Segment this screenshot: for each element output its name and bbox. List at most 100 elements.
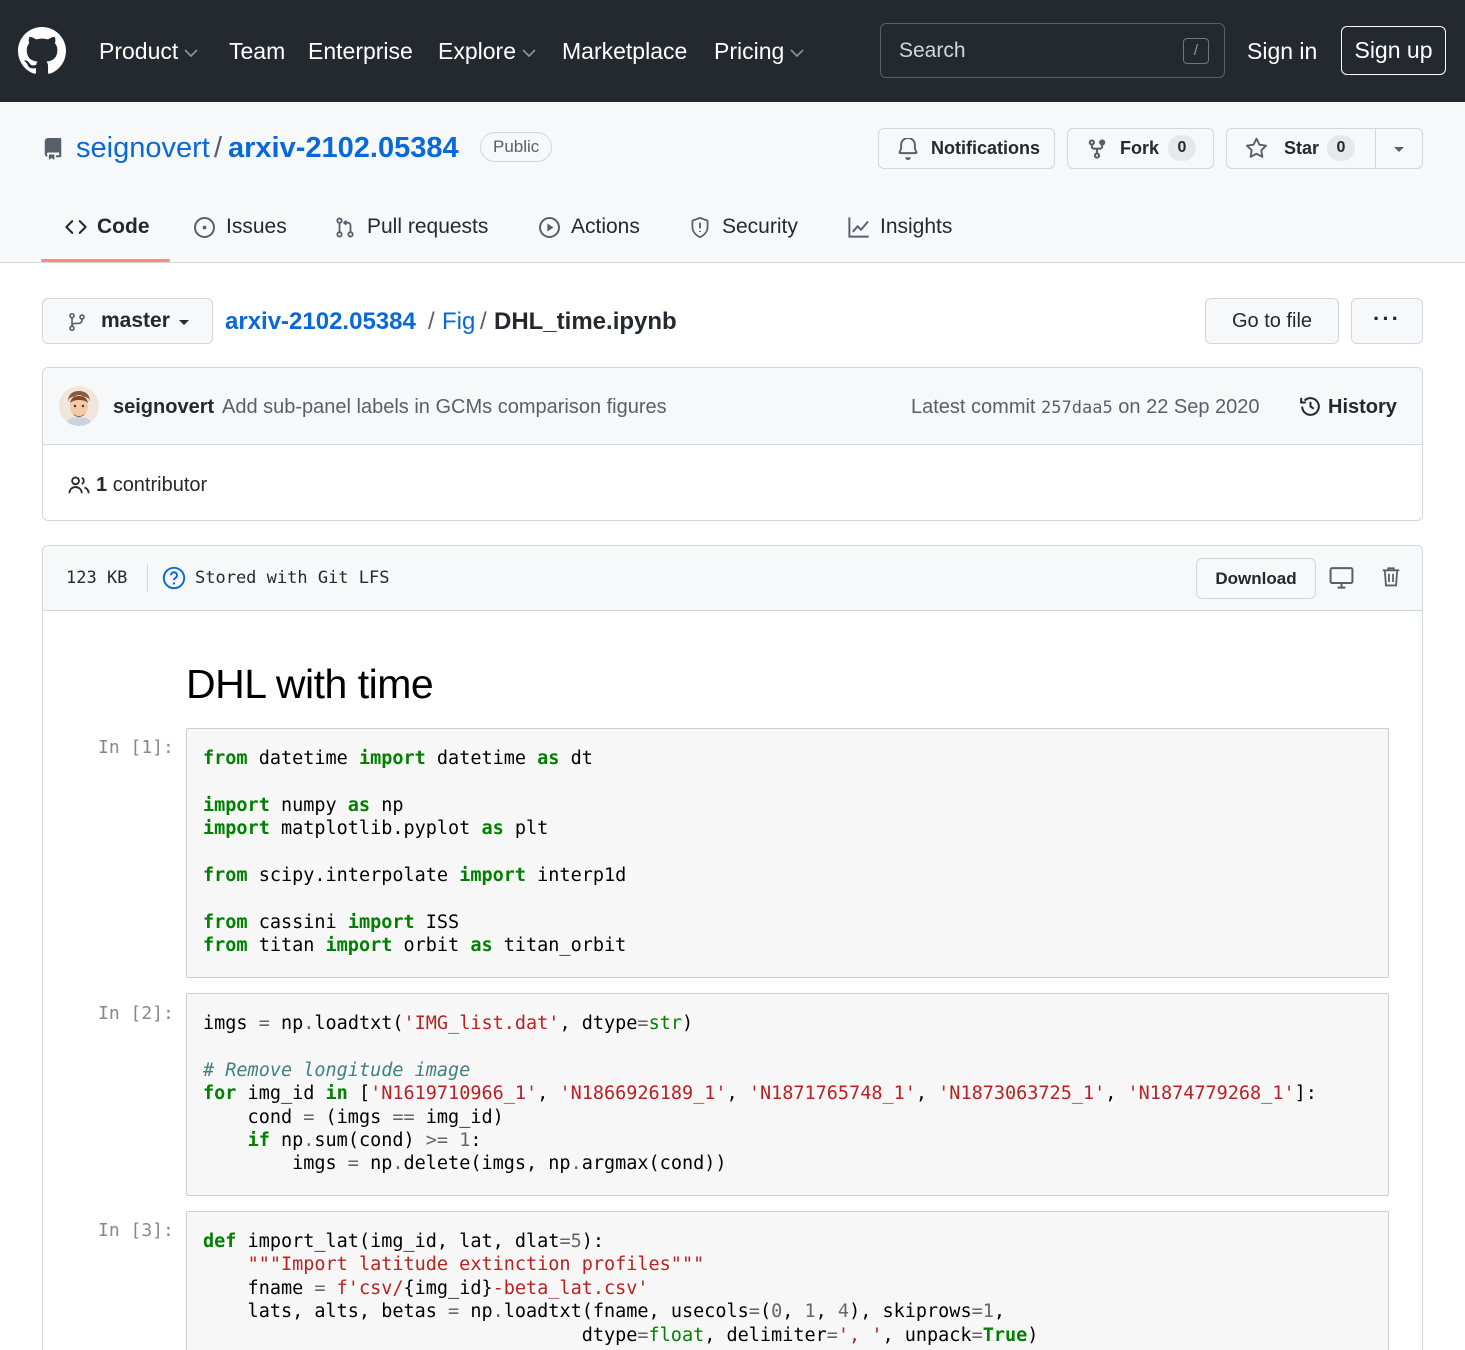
shield-icon <box>691 216 709 239</box>
nav-marketplace[interactable]: Marketplace <box>562 36 687 66</box>
repository-header: seignovert / arxiv-2102.05384 Public Not… <box>0 102 1465 263</box>
contributors-count: 1 <box>96 474 108 496</box>
lfs-storage-label: Stored with Git LFS <box>195 568 390 588</box>
notifications-label: Notifications <box>931 138 1041 158</box>
nav-product-label: Product <box>99 38 179 64</box>
nav-marketplace-label: Marketplace <box>562 38 688 64</box>
contributors-label: contributor <box>112 474 208 496</box>
file-viewer: 123 KB Stored with Git LFS Download DHL … <box>42 545 1423 1350</box>
breadcrumb-separator: / <box>428 308 435 335</box>
commit-message-link[interactable]: Add sub-panel labels in GCMs comparison … <box>222 394 667 420</box>
code-cell-source: def import_lat(img_id, lat, dlat=5): """… <box>203 1231 1039 1346</box>
cell-prompt: In [3]: <box>98 1220 174 1241</box>
nav-team[interactable]: Team <box>229 36 285 66</box>
more-options-button[interactable]: ··· <box>1351 298 1423 344</box>
chevron-down-icon <box>790 49 804 58</box>
tab-insights-label: Insights <box>880 215 953 238</box>
commit-sha-link[interactable]: 257daa5 <box>1041 398 1113 418</box>
code-cell[interactable]: from datetime import datetime as dt impo… <box>186 728 1389 978</box>
divider <box>147 564 148 592</box>
history-icon <box>1300 397 1320 416</box>
star-button[interactable]: Star 0 <box>1226 128 1423 169</box>
latest-commit-box: seignovert Add sub-panel labels in GCMs … <box>42 367 1423 521</box>
repo-owner-link[interactable]: seignovert <box>76 130 210 166</box>
contributors-link[interactable]: 1 contributor <box>67 472 207 498</box>
star-label: Star <box>1284 138 1320 158</box>
star-list-dropdown-caret-icon[interactable] <box>1393 146 1405 153</box>
nav-enterprise[interactable]: Enterprise <box>308 36 413 66</box>
chevron-down-icon <box>184 49 198 58</box>
search-input[interactable]: Search / <box>880 23 1225 78</box>
notifications-button[interactable]: Notifications <box>878 128 1055 169</box>
cell-prompt: In [1]: <box>98 737 174 758</box>
sign-up-button[interactable]: Sign up <box>1341 26 1446 75</box>
latest-commit-info: Latest commit 257daa5 on 22 Sep 2020 <box>911 394 1260 421</box>
fork-button[interactable]: Fork 0 <box>1067 128 1214 169</box>
history-link[interactable]: History <box>1299 394 1397 420</box>
code-cell-source: from datetime import datetime as dt impo… <box>203 748 627 957</box>
nav-explore[interactable]: Explore <box>438 36 536 66</box>
question-icon[interactable] <box>162 566 186 590</box>
tab-pull-requests-label: Pull requests <box>367 215 489 238</box>
top-navigation-bar: Product Team Enterprise Explore Marketpl… <box>0 0 1465 102</box>
code-cell[interactable]: imgs = np.loadtxt('IMG_list.dat', dtype=… <box>186 993 1389 1196</box>
file-size: 123 KB <box>66 568 128 588</box>
active-tab-indicator <box>41 259 170 262</box>
code-icon <box>65 220 87 234</box>
nav-team-label: Team <box>229 38 286 64</box>
trash-icon[interactable] <box>1380 564 1402 589</box>
avatar[interactable] <box>59 386 99 426</box>
code-cell-source: imgs = np.loadtxt('IMG_list.dat', dtype=… <box>203 1013 1317 1175</box>
go-to-file-button[interactable]: Go to file <box>1205 298 1339 344</box>
branch-selector[interactable]: master <box>42 298 213 344</box>
tab-code-label: Code <box>97 215 150 238</box>
bell-icon <box>898 138 918 160</box>
fork-count: 0 <box>1168 135 1196 161</box>
commit-summary-bar: seignovert Add sub-panel labels in GCMs … <box>43 368 1422 445</box>
graph-icon <box>848 217 869 238</box>
caret-down-icon <box>179 320 189 325</box>
search-shortcut-key: / <box>1183 38 1209 64</box>
chevron-down-icon <box>522 49 536 58</box>
history-label: History <box>1328 396 1397 418</box>
latest-commit-label: Latest commit <box>911 396 1036 418</box>
branch-name: master <box>101 309 170 332</box>
fork-icon <box>1088 139 1106 159</box>
notebook-title: DHL with time <box>186 661 434 707</box>
nav-product[interactable]: Product <box>99 36 198 66</box>
breadcrumb-current-file: DHL_time.ipynb <box>494 308 677 335</box>
issue-opened-icon <box>194 217 215 238</box>
search-placeholder: Search <box>899 39 966 62</box>
commit-author-link[interactable]: seignovert <box>113 394 214 420</box>
github-logo-icon[interactable] <box>18 27 66 75</box>
code-cell[interactable]: def import_lat(img_id, lat, dlat=5): """… <box>186 1211 1389 1350</box>
sign-in-link[interactable]: Sign in <box>1247 36 1317 66</box>
star-icon <box>1246 137 1267 158</box>
tab-issues-label: Issues <box>226 215 287 238</box>
git-pull-request-icon <box>336 217 354 238</box>
fork-label: Fork <box>1120 138 1160 158</box>
star-count: 0 <box>1327 135 1355 161</box>
file-header: 123 KB Stored with Git LFS Download <box>43 546 1422 611</box>
tab-security-label: Security <box>722 215 798 238</box>
desktop-icon[interactable] <box>1329 565 1354 590</box>
tab-actions-label: Actions <box>571 215 640 238</box>
download-button[interactable]: Download <box>1196 558 1316 599</box>
cell-prompt: In [2]: <box>98 1003 174 1024</box>
repo-path-separator: / <box>214 132 223 164</box>
nav-enterprise-label: Enterprise <box>308 38 413 64</box>
people-icon <box>68 476 90 494</box>
star-dropdown-divider <box>1375 129 1376 168</box>
nav-pricing[interactable]: Pricing <box>714 36 804 66</box>
repo-icon <box>44 138 62 160</box>
breadcrumb-repo-link[interactable]: arxiv-2102.05384 <box>225 307 416 337</box>
nav-explore-label: Explore <box>438 38 516 64</box>
visibility-badge: Public <box>480 132 553 162</box>
repo-name-link[interactable]: arxiv-2102.05384 <box>228 130 459 166</box>
commit-date: on 22 Sep 2020 <box>1118 396 1260 418</box>
nav-pricing-label: Pricing <box>714 38 785 64</box>
user-avatar-icon <box>59 386 99 426</box>
git-branch-icon <box>69 312 85 332</box>
breadcrumb-folder-link[interactable]: Fig <box>442 307 475 337</box>
breadcrumb-separator: / <box>480 308 487 335</box>
